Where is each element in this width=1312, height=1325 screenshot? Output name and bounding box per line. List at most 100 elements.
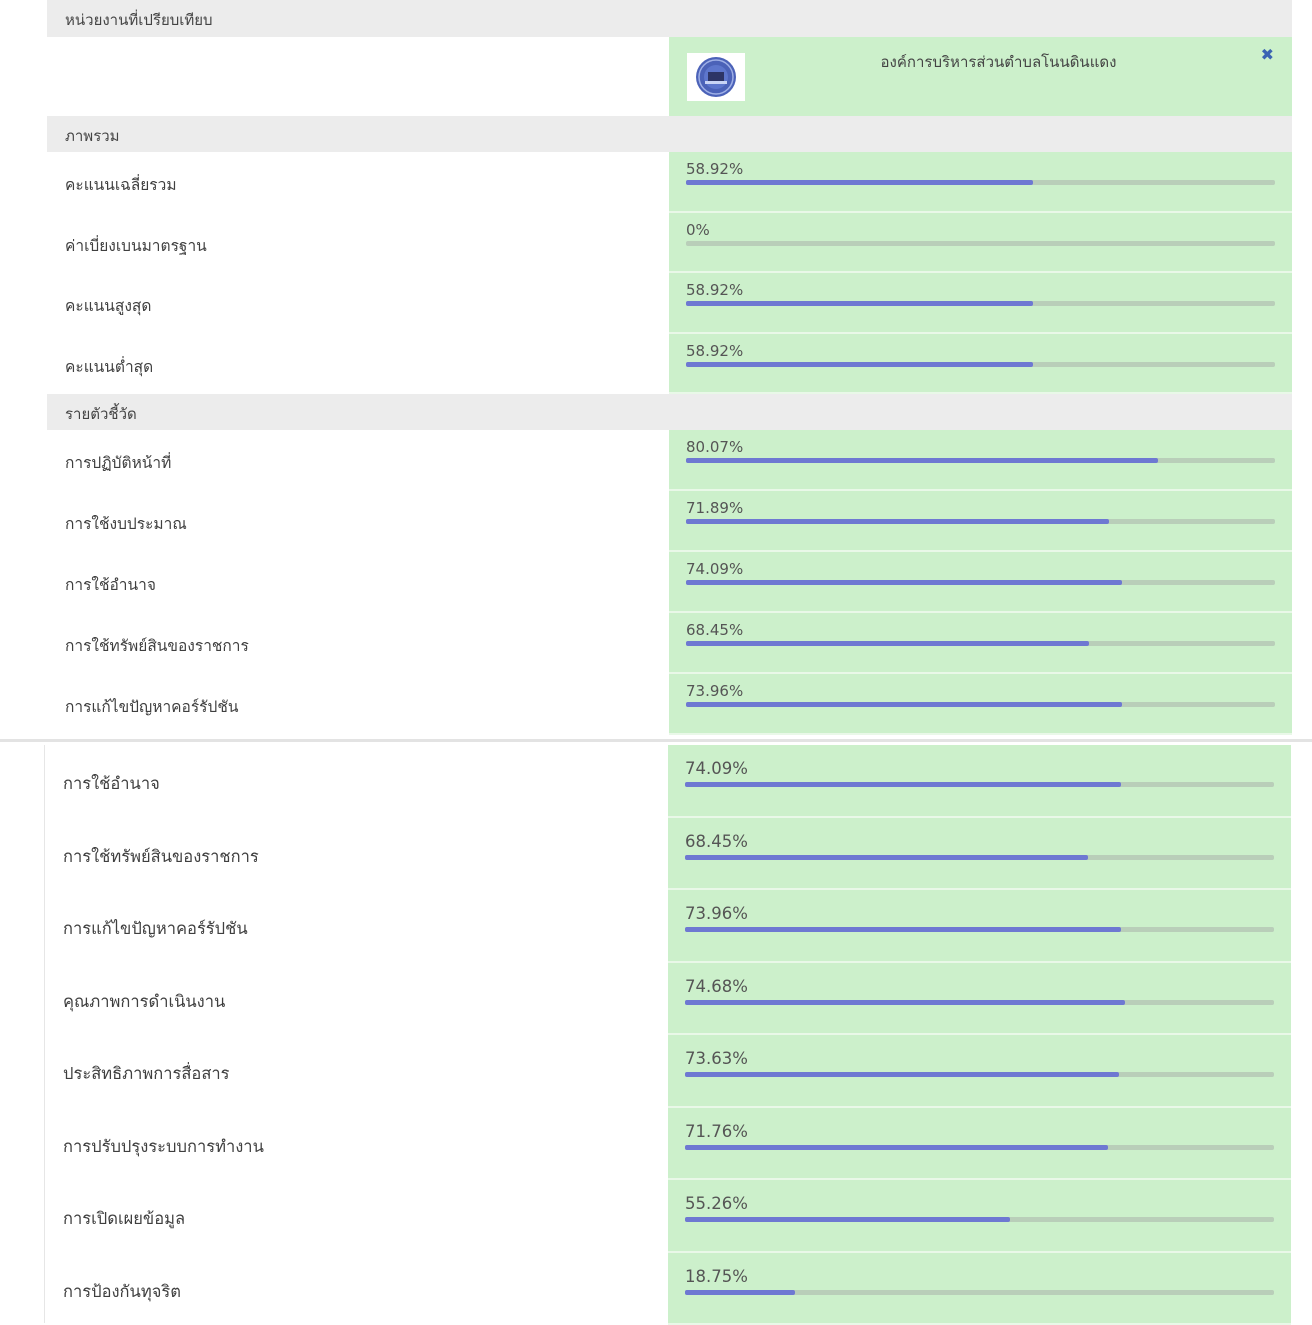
score-percent: 58.92% bbox=[686, 281, 743, 299]
progress-track bbox=[686, 180, 1275, 185]
score-percent: 74.68% bbox=[685, 977, 748, 996]
score-row: คะแนนสูงสุด 58.92% bbox=[47, 273, 1292, 334]
progress-fill bbox=[686, 702, 1122, 707]
score-percent: 74.09% bbox=[686, 560, 743, 578]
score-cell: 68.45% bbox=[669, 613, 1292, 674]
progress-fill bbox=[686, 362, 1033, 367]
indicators-title: รายตัวชี้วัด bbox=[65, 402, 137, 426]
score-label: การเปิดเผยข้อมูล bbox=[63, 1206, 185, 1232]
score-label: การใช้อำนาจ bbox=[65, 572, 156, 597]
score-percent: 58.92% bbox=[686, 342, 743, 360]
progress-fill bbox=[685, 1072, 1119, 1077]
progress-fill bbox=[685, 782, 1121, 787]
score-row: ค่าเบี่ยงเบนมาตรฐาน 0% bbox=[47, 213, 1292, 274]
score-row: คุณภาพการดำเนินงาน 74.68% bbox=[45, 963, 1292, 1036]
score-row: การใช้อำนาจ 74.09% bbox=[45, 745, 1292, 818]
score-label: คะแนนต่ำสุด bbox=[65, 354, 153, 379]
score-label: การใช้ทรัพย์สินของราชการ bbox=[63, 844, 259, 870]
progress-track bbox=[686, 519, 1275, 524]
score-percent: 71.89% bbox=[686, 499, 743, 517]
progress-track bbox=[686, 301, 1275, 306]
score-label: คะแนนสูงสุด bbox=[65, 293, 151, 318]
progress-fill bbox=[686, 580, 1122, 585]
score-cell: 55.26% bbox=[668, 1180, 1291, 1253]
progress-fill bbox=[685, 1290, 795, 1295]
score-row: คะแนนต่ำสุด 58.92% bbox=[47, 334, 1292, 395]
score-label: การใช้อำนาจ bbox=[63, 771, 160, 797]
progress-track bbox=[685, 1000, 1274, 1005]
score-cell: 80.07% bbox=[669, 430, 1292, 491]
progress-fill bbox=[686, 641, 1089, 646]
progress-track bbox=[686, 362, 1275, 367]
comparison-panel-top: หน่วยงานที่เปรียบเทียบ องค์การบริหารส่วน… bbox=[47, 0, 1292, 738]
score-cell: 0% bbox=[669, 213, 1292, 274]
score-label: คุณภาพการดำเนินงาน bbox=[63, 989, 225, 1015]
score-label: ประสิทธิภาพการสื่อสาร bbox=[63, 1061, 230, 1087]
score-label: การใช้ทรัพย์สินของราชการ bbox=[65, 633, 249, 658]
score-label: การปรับปรุงระบบการทำงาน bbox=[63, 1134, 264, 1160]
score-label: การปฏิบัติหน้าที่ bbox=[65, 450, 171, 475]
score-cell: 74.68% bbox=[668, 963, 1291, 1036]
score-cell: 73.96% bbox=[669, 674, 1292, 735]
score-percent: 68.45% bbox=[685, 832, 748, 851]
score-percent: 74.09% bbox=[685, 759, 748, 778]
progress-track bbox=[685, 782, 1274, 787]
progress-track bbox=[685, 927, 1274, 932]
screenshot-divider bbox=[0, 739, 1312, 742]
score-row: การใช้งบประมาณ 71.89% bbox=[47, 491, 1292, 552]
progress-track bbox=[686, 580, 1275, 585]
score-cell: 68.45% bbox=[668, 818, 1291, 891]
progress-fill bbox=[685, 855, 1088, 860]
progress-fill bbox=[686, 180, 1033, 185]
close-icon[interactable]: ✖ bbox=[1261, 45, 1274, 64]
score-percent: 73.96% bbox=[685, 904, 748, 923]
progress-track bbox=[685, 1072, 1274, 1077]
score-cell: 58.92% bbox=[669, 273, 1292, 334]
score-label: การป้องกันทุจริต bbox=[63, 1279, 181, 1305]
score-percent: 73.63% bbox=[685, 1049, 748, 1068]
score-percent: 80.07% bbox=[686, 438, 743, 456]
score-percent: 58.92% bbox=[686, 160, 743, 178]
progress-track bbox=[686, 702, 1275, 707]
indicators-header: รายตัวชี้วัด bbox=[47, 394, 1292, 430]
progress-fill bbox=[686, 301, 1033, 306]
score-label: การแก้ไขปัญหาคอร์รัปชัน bbox=[65, 694, 238, 719]
progress-track bbox=[686, 458, 1275, 463]
progress-fill bbox=[686, 458, 1158, 463]
progress-track bbox=[685, 1145, 1274, 1150]
progress-track bbox=[686, 641, 1275, 646]
score-cell: 73.96% bbox=[668, 890, 1291, 963]
score-percent: 0% bbox=[686, 221, 710, 239]
score-percent: 55.26% bbox=[685, 1194, 748, 1213]
comparison-panel-bottom: การใช้อำนาจ 74.09% การใช้ทรัพย์สินของราชกา… bbox=[44, 745, 1292, 1323]
score-label: ค่าเบี่ยงเบนมาตรฐาน bbox=[65, 233, 207, 258]
org-name: องค์การบริหารส่วนตำบลโนนดินแดง bbox=[706, 50, 1291, 74]
progress-fill bbox=[685, 927, 1121, 932]
score-cell: 71.89% bbox=[669, 491, 1292, 552]
score-cell: 74.09% bbox=[669, 552, 1292, 613]
score-row: การปรับปรุงระบบการทำงาน 71.76% bbox=[45, 1108, 1292, 1181]
score-label: คะแนนเฉลี่ยรวม bbox=[65, 172, 177, 197]
score-cell: 73.63% bbox=[668, 1035, 1291, 1108]
score-cell: 74.09% bbox=[668, 745, 1291, 818]
score-label: การแก้ไขปัญหาคอร์รัปชัน bbox=[63, 916, 248, 942]
progress-track bbox=[685, 1290, 1274, 1295]
score-percent: 71.76% bbox=[685, 1122, 748, 1141]
score-row: ประสิทธิภาพการสื่อสาร 73.63% bbox=[45, 1035, 1292, 1108]
progress-fill bbox=[686, 519, 1109, 524]
progress-fill bbox=[685, 1145, 1108, 1150]
score-cell: 58.92% bbox=[669, 152, 1292, 213]
score-row: การใช้ทรัพย์สินของราชการ 68.45% bbox=[45, 818, 1292, 891]
compare-section-label: หน่วยงานที่เปรียบเทียบ bbox=[65, 8, 213, 32]
score-cell: 58.92% bbox=[669, 334, 1292, 395]
progress-fill bbox=[685, 1000, 1125, 1005]
score-label: การใช้งบประมาณ bbox=[65, 511, 187, 536]
row-separator bbox=[669, 733, 1292, 735]
score-cell: 71.76% bbox=[668, 1108, 1291, 1181]
score-row: การป้องกันทุจริต18.75% bbox=[45, 1253, 1292, 1325]
overview-header: ภาพรวม bbox=[47, 116, 1292, 152]
compare-header-row: หน่วยงานที่เปรียบเทียบ bbox=[47, 0, 1292, 37]
score-row: การใช้อำนาจ 74.09% bbox=[47, 552, 1292, 613]
score-row: การแก้ไขปัญหาคอร์รัปชัน 73.96% bbox=[45, 890, 1292, 963]
score-row: การใช้ทรัพย์สินของราชการ 68.45% bbox=[47, 613, 1292, 674]
